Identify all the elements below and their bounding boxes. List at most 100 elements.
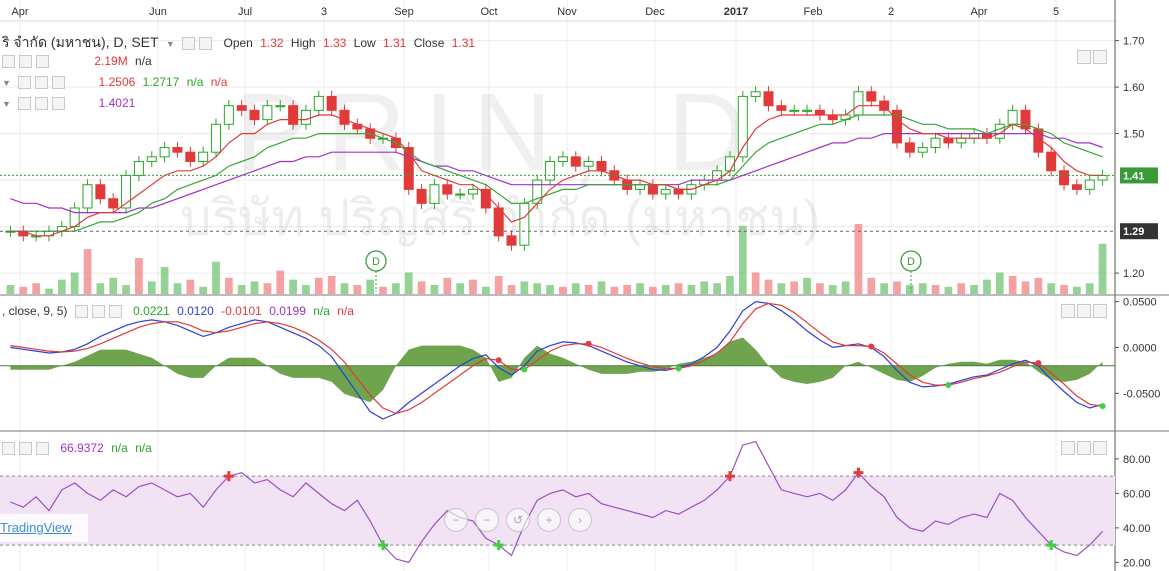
symbol-title[interactable]: ริ จำกัด (มหาชน), D, SET [2, 34, 159, 50]
legend-buttons[interactable] [18, 96, 69, 111]
candle [1059, 170, 1070, 186]
tradingview-logo[interactable]: TradingView [0, 514, 88, 542]
close-icon[interactable] [52, 96, 66, 110]
reset-icon[interactable]: ↺ [506, 508, 530, 532]
candle [288, 105, 299, 125]
move-down-icon[interactable] [1077, 440, 1091, 455]
chevron-down-icon[interactable]: ▼ [2, 78, 11, 88]
candle [416, 188, 427, 204]
legend-buttons[interactable] [18, 75, 69, 90]
maximize-icon[interactable] [1093, 303, 1107, 318]
move-up-icon[interactable] [1061, 303, 1075, 318]
candle [519, 202, 530, 246]
candle [455, 193, 466, 196]
move-up-icon[interactable] [1061, 440, 1075, 455]
candle [185, 151, 196, 162]
legend-buttons[interactable] [2, 441, 53, 456]
volume-bar [610, 286, 619, 294]
eye-icon[interactable] [2, 441, 15, 455]
candle [146, 156, 157, 162]
ema-legend: ▼ 1.2506 1.2717 n/a n/a [2, 75, 231, 90]
volume-bar [867, 277, 876, 294]
candle [1007, 109, 1018, 125]
zoom-in-icon[interactable]: + [537, 508, 561, 532]
ema-fast-value: 1.2506 [98, 75, 136, 89]
maximize-icon[interactable] [1093, 440, 1107, 455]
close-icon[interactable] [36, 54, 49, 68]
rsi-pane-controls[interactable] [1061, 440, 1109, 456]
candle [429, 184, 440, 204]
volume-bar [1073, 286, 1081, 294]
close-icon[interactable] [36, 441, 49, 455]
x-tick-label: 2 [888, 6, 894, 18]
volume-bar [533, 283, 542, 294]
volume-bar [687, 285, 696, 294]
x-tick-label: Oct [480, 6, 497, 18]
ema-slow-value: 1.2717 [142, 75, 180, 89]
settings-icon[interactable] [91, 304, 105, 318]
candle [1084, 179, 1095, 190]
volume-bar [713, 283, 721, 294]
x-tick-label: Jun [149, 6, 167, 18]
volume-bar [83, 249, 92, 294]
macd-params: , close, 9, 5) [2, 304, 68, 318]
volume-bar [19, 286, 28, 294]
volume-bar [481, 286, 490, 294]
legend-buttons[interactable] [182, 36, 216, 51]
volume-bar [314, 277, 323, 294]
chevron-down-icon[interactable]: ▼ [2, 99, 11, 109]
eye-icon[interactable] [18, 96, 32, 110]
candle [673, 188, 684, 195]
candle [635, 184, 646, 190]
candle [814, 109, 825, 116]
rsi-legend: 66.9372 n/a n/a [2, 441, 156, 456]
legend-buttons[interactable] [74, 304, 126, 319]
volume-bar [1060, 285, 1068, 294]
scroll-right-icon[interactable]: › [568, 508, 592, 532]
zoom-out-icon[interactable]: − [444, 508, 468, 532]
legend-buttons[interactable] [2, 54, 53, 69]
volume-bar [674, 283, 683, 294]
candle [95, 184, 106, 200]
move-down-icon[interactable] [1077, 303, 1091, 318]
main-pane-controls[interactable] [1077, 49, 1109, 65]
settings-icon[interactable] [35, 75, 49, 89]
x-tick-label: 2017 [724, 6, 748, 18]
maximize-icon[interactable] [1093, 49, 1107, 64]
sma-value: 1.4021 [98, 96, 136, 110]
volume-bar [1047, 283, 1056, 294]
low-label: Low [353, 36, 376, 50]
close-icon[interactable] [108, 304, 122, 318]
volume-bar [160, 267, 169, 294]
close-icon[interactable] [52, 75, 66, 89]
zoom-out-icon[interactable]: − [475, 508, 499, 532]
candle [339, 109, 350, 125]
volume-bar [918, 283, 927, 294]
volume-bar [905, 285, 914, 294]
volume-legend: 2.19M n/a [2, 54, 156, 69]
x-tick-label: Dec [645, 6, 665, 18]
move-up-icon[interactable] [1077, 49, 1091, 64]
settings-icon[interactable] [19, 441, 32, 455]
close-value: 1.31 [451, 36, 476, 50]
settings-icon[interactable] [35, 96, 49, 110]
settings-icon[interactable] [19, 54, 32, 68]
volume-bar [263, 283, 272, 294]
y-tick-label: 60.00 [1123, 488, 1151, 500]
eye-icon[interactable] [18, 75, 32, 89]
candle [789, 109, 800, 112]
chevron-down-icon[interactable]: ▼ [166, 39, 175, 49]
candle [956, 137, 967, 144]
macd-pane-controls[interactable] [1061, 303, 1109, 319]
volume-bar [122, 285, 130, 294]
volume-bar [45, 288, 53, 294]
eye-icon[interactable] [74, 304, 88, 318]
macd-na-2: n/a [337, 304, 354, 318]
eye-icon[interactable] [2, 54, 15, 68]
settings-icon[interactable] [182, 36, 196, 50]
volume-bar [417, 281, 426, 294]
volume-bar [404, 272, 413, 294]
volume-bar [777, 283, 786, 294]
volume-bar [983, 279, 991, 294]
hide-icon[interactable] [199, 36, 213, 50]
